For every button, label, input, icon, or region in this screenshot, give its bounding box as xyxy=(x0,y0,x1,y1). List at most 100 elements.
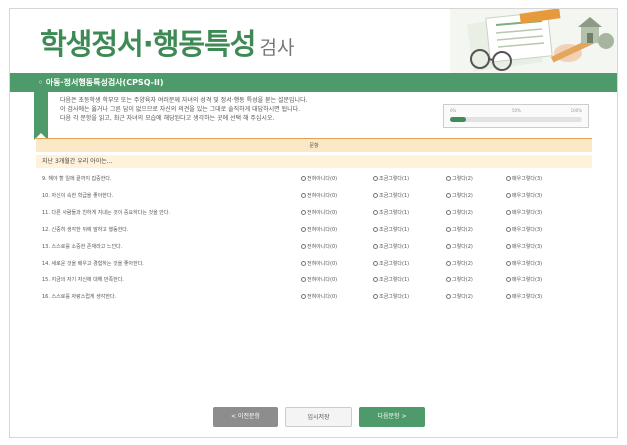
answer-option[interactable]: 조금그렇다(1) xyxy=(373,239,409,255)
radio-icon[interactable] xyxy=(446,243,451,249)
answer-option[interactable]: 전혀아니다(0) xyxy=(301,239,337,255)
option-label: 전혀아니다(0) xyxy=(307,209,338,216)
answer-option[interactable]: 그렇다(2) xyxy=(446,256,473,272)
question-row: 15. 지금의 자기 자신에 대해 만족한다. 전혀아니다(0) 조금그렇다(1) 그… xyxy=(36,272,592,288)
radio-icon[interactable] xyxy=(301,294,306,300)
table-header: 문항 xyxy=(36,138,592,152)
answer-option[interactable]: 매우그렇다(3) xyxy=(506,289,542,305)
radio-icon[interactable] xyxy=(506,294,511,300)
radio-icon[interactable] xyxy=(301,226,306,232)
answer-option[interactable]: 매우그렇다(3) xyxy=(506,272,542,288)
radio-icon[interactable] xyxy=(373,226,378,232)
temp-save-button[interactable]: 임시저장 xyxy=(285,407,352,427)
answer-option[interactable]: 조금그렇다(1) xyxy=(373,222,409,238)
answer-option[interactable]: 그렇다(2) xyxy=(446,205,473,221)
option-label: 조금그렇다(1) xyxy=(379,176,410,182)
option-label: 매우그렇다(3) xyxy=(512,192,543,199)
radio-icon[interactable] xyxy=(506,176,511,181)
radio-icon[interactable] xyxy=(446,209,451,215)
answer-option[interactable]: 조금그렇다(1) xyxy=(373,256,409,272)
answer-option[interactable]: 매우그렇다(3) xyxy=(506,239,542,255)
answer-option[interactable]: 매우그렇다(3) xyxy=(506,171,542,187)
prev-question-button[interactable]: < 이전문항 xyxy=(213,407,278,427)
question-text: 13. 스스로를 소중한 존재라고 느낀다. xyxy=(42,243,123,250)
radio-icon[interactable] xyxy=(373,243,378,249)
radio-icon[interactable] xyxy=(373,277,378,283)
option-label: 매우그렇다(3) xyxy=(512,209,543,216)
radio-icon[interactable] xyxy=(373,294,378,300)
radio-icon[interactable] xyxy=(373,209,378,215)
radio-icon[interactable] xyxy=(373,176,378,181)
radio-icon[interactable] xyxy=(301,260,306,266)
header: 학생정서·행동특성 검사 xyxy=(10,9,617,75)
answer-option[interactable]: 전혀아니다(0) xyxy=(301,272,337,288)
option-label: 조금그렇다(1) xyxy=(379,294,410,301)
radio-icon[interactable] xyxy=(301,192,306,198)
answer-option[interactable]: 전혀아니다(0) xyxy=(301,188,337,204)
instruction-line: 다음은 초등학생 학부모 또는 주양육자 여러분께 자녀의 성격 및 정서·행동… xyxy=(60,97,308,104)
option-label: 그렇다(2) xyxy=(452,294,473,301)
option-label: 전혀아니다(0) xyxy=(307,176,338,182)
answer-option[interactable]: 매우그렇다(3) xyxy=(506,205,542,221)
answer-option[interactable]: 전혀아니다(0) xyxy=(301,222,337,238)
question-text: 9. 해야 할 일에 끝까지 집중한다. xyxy=(42,176,112,182)
option-label: 전혀아니다(0) xyxy=(307,243,338,250)
radio-icon[interactable] xyxy=(506,260,511,266)
answer-option[interactable]: 조금그렇다(1) xyxy=(373,289,409,305)
answer-option[interactable]: 그렇다(2) xyxy=(446,289,473,305)
question-row: 9. 해야 할 일에 끝까지 집중한다. 전혀아니다(0) 조금그렇다(1) 그렇다(… xyxy=(36,171,592,187)
radio-icon[interactable] xyxy=(446,226,451,232)
answer-option[interactable]: 조금그렇다(1) xyxy=(373,205,409,221)
option-label: 조금그렇다(1) xyxy=(379,209,410,216)
answer-option[interactable]: 그렇다(2) xyxy=(446,222,473,238)
radio-icon[interactable] xyxy=(446,294,451,300)
radio-icon[interactable] xyxy=(506,277,511,283)
option-label: 조금그렇다(1) xyxy=(379,277,410,284)
radio-icon[interactable] xyxy=(301,243,306,249)
radio-icon[interactable] xyxy=(446,192,451,198)
radio-icon[interactable] xyxy=(506,209,511,215)
answer-option[interactable]: 전혀아니다(0) xyxy=(301,205,337,221)
instructions: 다음은 초등학생 학부모 또는 주양육자 여러분께 자녀의 성격 및 정서·행동… xyxy=(60,96,430,123)
question-text: 11. 다른 사람들과 친하게 지내는 것이 중요하다는 것을 안다. xyxy=(42,209,171,216)
option-label: 매우그렇다(3) xyxy=(512,243,543,250)
progress-box: 0% 50% 100% xyxy=(443,104,589,128)
answer-option[interactable]: 조금그렇다(1) xyxy=(373,188,409,204)
radio-icon[interactable] xyxy=(373,260,378,266)
option-label: 조금그렇다(1) xyxy=(379,243,410,250)
answer-option[interactable]: 매우그렇다(3) xyxy=(506,256,542,272)
radio-icon[interactable] xyxy=(301,209,306,215)
survey-subtitle-bar: ◦ 아동·정서행동특성검사(CPSQ-II) xyxy=(10,73,617,92)
radio-icon[interactable] xyxy=(301,277,306,283)
option-label: 그렇다(2) xyxy=(452,243,473,250)
answer-option[interactable]: 매우그렇다(3) xyxy=(506,222,542,238)
radio-icon[interactable] xyxy=(506,192,511,198)
answer-option[interactable]: 그렇다(2) xyxy=(446,239,473,255)
radio-icon[interactable] xyxy=(301,176,306,181)
option-label: 그렇다(2) xyxy=(452,192,473,199)
radio-icon[interactable] xyxy=(506,226,511,232)
option-label: 매우그렇다(3) xyxy=(512,226,543,233)
next-question-button[interactable]: 다음문항 > xyxy=(359,407,425,427)
answer-option[interactable]: 그렇다(2) xyxy=(446,171,473,187)
radio-icon[interactable] xyxy=(373,192,378,198)
answer-option[interactable]: 전혀아니다(0) xyxy=(301,256,337,272)
answer-option[interactable]: 전혀아니다(0) xyxy=(301,289,337,305)
question-row: 16. 스스로를 자랑스럽게 생각한다. 전혀아니다(0) 조금그렇다(1) 그렇다(… xyxy=(36,289,592,305)
instruction-line: 이 검사에는 옳거나 그른 답이 없으므로 자신의 의견을 있는 그대로 솔직하… xyxy=(60,106,301,113)
answer-option[interactable]: 그렇다(2) xyxy=(446,272,473,288)
answer-option[interactable]: 매우그렇다(3) xyxy=(506,188,542,204)
answer-option[interactable]: 조금그렇다(1) xyxy=(373,272,409,288)
radio-icon[interactable] xyxy=(446,176,451,181)
option-label: 그렇다(2) xyxy=(452,226,473,233)
progress-track xyxy=(450,117,582,122)
radio-icon[interactable] xyxy=(506,243,511,249)
answer-option[interactable]: 전혀아니다(0) xyxy=(301,171,337,187)
question-text: 15. 지금의 자기 자신에 대해 만족한다. xyxy=(42,277,124,284)
radio-icon[interactable] xyxy=(446,260,451,266)
answer-option[interactable]: 조금그렇다(1) xyxy=(373,171,409,187)
question-text: 16. 스스로를 자랑스럽게 생각한다. xyxy=(42,294,117,301)
option-label: 매우그렇다(3) xyxy=(512,294,543,301)
radio-icon[interactable] xyxy=(446,277,451,283)
answer-option[interactable]: 그렇다(2) xyxy=(446,188,473,204)
